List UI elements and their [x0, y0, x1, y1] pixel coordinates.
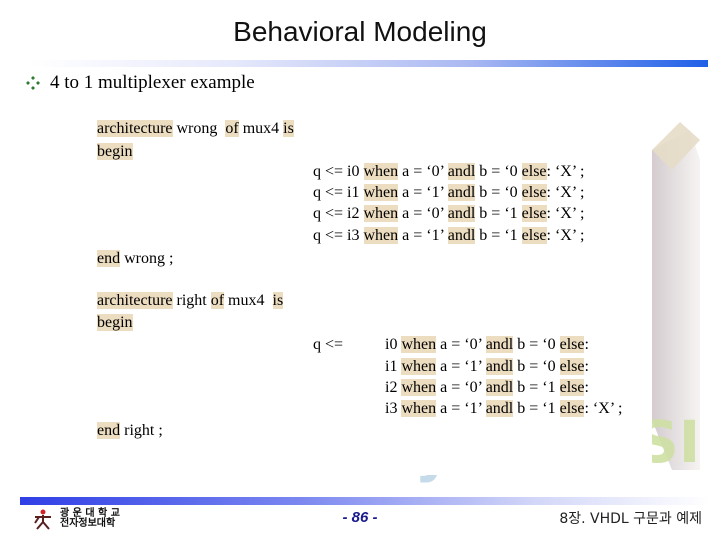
keyword: else: [521, 184, 547, 201]
keyword: when: [363, 227, 399, 244]
wrong-arch-header: architecture wrong of mux4 is: [97, 118, 294, 140]
keyword: andl: [447, 205, 476, 222]
keyword: andl: [447, 163, 476, 180]
code-text: b = ‘1: [479, 205, 518, 222]
code-text: q <= i2: [313, 205, 360, 222]
code-text: : ‘X’ ;: [546, 184, 585, 201]
code-text: b = ‘1: [517, 379, 556, 396]
arch-name: wrong: [176, 120, 218, 137]
code-text: : ‘X’ ;: [584, 400, 623, 417]
keyword: andl: [485, 358, 514, 375]
wrong-arch-line: q <= i0 when a = ‘0’ andl b = ‘0 else: ‘…: [313, 161, 584, 183]
code-text: a = ‘1’: [402, 227, 444, 244]
keyword: end: [97, 250, 121, 267]
keyword: begin: [97, 143, 133, 160]
keyword: when: [401, 400, 437, 417]
keyword: is: [272, 292, 284, 309]
code-text: i3: [385, 400, 398, 417]
code-text: b = ‘1: [479, 227, 518, 244]
wrong-arch-line: q <= i3 when a = ‘1’ andl b = ‘1 else: ‘…: [313, 225, 584, 247]
right-arch-begin: begin: [97, 312, 133, 334]
code-text: : ‘X’ ;: [546, 163, 585, 180]
keyword: else: [559, 358, 585, 375]
right-arch-line: i1 when a = ‘1’ andl b = ‘0 else:: [385, 356, 589, 378]
code-text: wrong ;: [124, 250, 174, 267]
right-arch-line: i3 when a = ‘1’ andl b = ‘1 else: ‘X’ ;: [385, 398, 622, 420]
keyword: architecture: [97, 120, 173, 137]
code-text: b = ‘0: [479, 184, 518, 201]
entity-name: mux4: [228, 292, 265, 309]
code-text: : ‘X’ ;: [546, 205, 585, 222]
keyword: architecture: [97, 292, 173, 309]
right-arch-assign: q <=: [313, 336, 344, 353]
code-text: a = ‘0’: [440, 379, 482, 396]
keyword: else: [559, 400, 585, 417]
code-text: a = ‘1’: [440, 400, 482, 417]
code-text: b = ‘1: [517, 400, 556, 417]
keyword: else: [559, 379, 585, 396]
code-text: q <= i3: [313, 227, 360, 244]
keyword: is: [283, 120, 294, 137]
keyword: when: [401, 336, 437, 353]
right-arch-line: i0 when a = ‘0’ andl b = ‘0 else:: [385, 334, 589, 356]
keyword: else: [521, 205, 547, 222]
code-text: b = ‘0: [479, 163, 518, 180]
wrong-arch-begin: begin: [97, 141, 133, 163]
code-text: a = ‘1’: [440, 358, 482, 375]
wrong-arch-line: q <= i2 when a = ‘0’ andl b = ‘1 else: ‘…: [313, 203, 584, 225]
wrong-arch-line: q <= i1 when a = ‘1’ andl b = ‘0 else: ‘…: [313, 182, 584, 204]
keyword: andl: [485, 379, 514, 396]
keyword: when: [401, 379, 437, 396]
keyword: else: [559, 336, 585, 353]
bullet-item: 4 to 1 multiplexer example: [26, 72, 255, 94]
code-text: right ;: [124, 422, 163, 439]
code-text: b = ‘0: [517, 336, 556, 353]
code-text: :: [584, 358, 589, 375]
right-arch-line: i2 when a = ‘0’ andl b = ‘1 else:: [385, 377, 589, 399]
code-text: q <= i0: [313, 163, 360, 180]
slide-title: Behavioral Modeling: [233, 16, 487, 47]
code-text: q <= i1: [313, 184, 360, 201]
wrong-arch-end: end wrong ;: [97, 248, 173, 270]
keyword: else: [521, 227, 547, 244]
code-text: b = ‘0: [517, 358, 556, 375]
code-text: a = ‘1’: [402, 184, 444, 201]
code-text: a = ‘0’: [402, 205, 444, 222]
diamond-bullet-icon: [26, 76, 40, 90]
keyword: end: [97, 422, 121, 439]
arch-name: right: [176, 292, 207, 309]
right-arch-end: end right ;: [97, 420, 163, 442]
code-text: :: [584, 379, 589, 396]
code-text: : ‘X’ ;: [546, 227, 585, 244]
title-divider: [30, 60, 708, 67]
right-arch-header: architecture right of mux4 is: [97, 290, 284, 312]
footer-divider: [20, 497, 710, 505]
keyword: of: [225, 120, 239, 137]
keyword: of: [210, 292, 225, 309]
code-text: i0: [385, 336, 398, 353]
bullet-text: 4 to 1 multiplexer example: [50, 72, 255, 93]
keyword: begin: [97, 314, 133, 331]
keyword: andl: [485, 400, 514, 417]
code-text: i1: [385, 358, 398, 375]
keyword: andl: [447, 184, 476, 201]
code-text: :: [584, 336, 589, 353]
keyword: andl: [485, 336, 514, 353]
keyword: else: [521, 163, 547, 180]
code-text: a = ‘0’: [402, 163, 444, 180]
entity-name: mux4: [242, 120, 280, 137]
chapter-label: 8장. VHDL 구문과 예제: [559, 511, 702, 527]
keyword: when: [363, 184, 399, 201]
keyword: when: [363, 163, 399, 180]
keyword: when: [363, 205, 399, 222]
keyword: andl: [447, 227, 476, 244]
code-text: i2: [385, 379, 398, 396]
keyword: when: [401, 358, 437, 375]
code-text: a = ‘0’: [440, 336, 482, 353]
